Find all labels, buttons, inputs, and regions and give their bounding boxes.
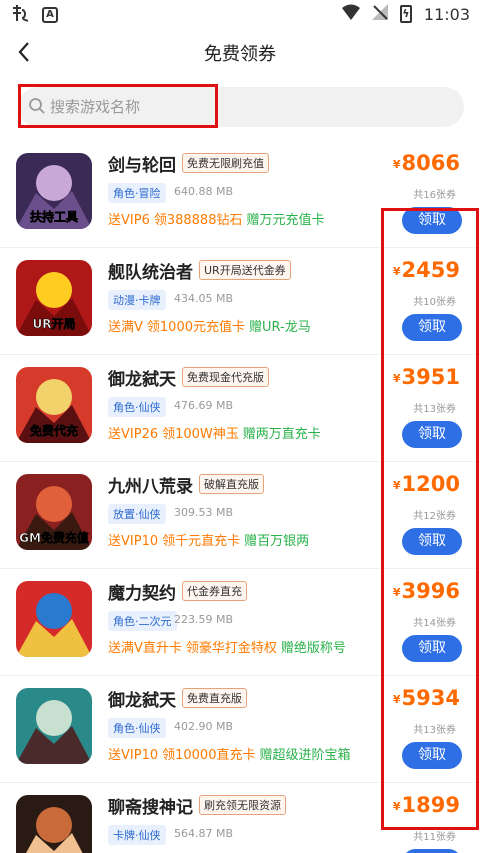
game-benefits: 送VIP10 领10000直充卡 赠超级进阶宝箱: [108, 744, 350, 763]
benefit-reward: 领388888钻石: [153, 213, 243, 228]
benefit-reward: 领10000直充卡: [162, 748, 256, 763]
game-name: 魔力契约: [108, 584, 176, 604]
notification-a-icon: A: [42, 7, 58, 23]
game-name: 剑与轮回: [108, 156, 176, 176]
battery-icon: ϟ: [399, 5, 412, 23]
game-benefits: 送VIP10 领千元直充卡 赠百万银两: [108, 530, 309, 549]
benefit-vip: 送满V直升卡: [108, 641, 182, 656]
nav-bar: 免费领券: [0, 28, 480, 76]
game-name: 聊斋搜神记: [108, 798, 193, 818]
game-size: 402.90 MB: [174, 720, 234, 733]
game-genre: 动漫·卡牌: [108, 290, 166, 310]
game-name: 九州八荒录: [108, 477, 193, 497]
game-size: 309.53 MB: [174, 506, 234, 519]
benefit-reward: 领100W神玉: [162, 427, 239, 442]
benefit-vip: 送VIP10: [108, 534, 159, 549]
game-benefits: 送满V 领1000元充值卡 赠UR-龙马: [108, 316, 311, 335]
benefit-vip: 送VIP6: [108, 213, 150, 228]
coupon-value: ¥8066: [392, 151, 460, 175]
game-icon[interactable]: [16, 581, 92, 657]
game-name: 御龙弑天: [108, 691, 176, 711]
game-icon[interactable]: 免费代充: [16, 367, 92, 443]
game-genre: 角色·二次元: [108, 611, 177, 631]
game-size: 564.87 MB: [174, 827, 234, 840]
game-tag-badge: 免费现金代充版: [182, 367, 269, 387]
svg-text:UR开局: UR开局: [33, 317, 76, 331]
game-name: 舰队统治者: [108, 263, 193, 283]
svg-text:GM免费充值: GM免费充值: [19, 530, 89, 545]
game-icon[interactable]: [16, 795, 92, 853]
game-tag-badge: UR开局送代金券: [199, 260, 291, 280]
benefit-reward: 领1000元充值卡: [146, 320, 245, 335]
game-genre: 卡牌·仙侠: [108, 825, 166, 845]
benefit-vip: 送VIP10: [108, 748, 159, 763]
game-size: 476.69 MB: [174, 399, 234, 412]
game-icon[interactable]: [16, 688, 92, 764]
game-benefits: 送满V直升卡 领豪华打金特权 赠绝版称号: [108, 637, 346, 656]
game-size: 434.05 MB: [174, 292, 234, 305]
status-time: 11:03: [423, 4, 470, 24]
game-genre: 角色·冒险: [108, 183, 166, 203]
benefit-vip: 送满V: [108, 320, 143, 335]
benefit-vip: 送VIP26: [108, 427, 159, 442]
claim-button[interactable]: 领取: [402, 849, 462, 853]
game-benefits: 送VIP6 领388888钻石 赠万元充值卡: [108, 209, 325, 228]
wifi-icon: [341, 4, 360, 24]
game-genre: 放置·仙侠: [108, 504, 166, 524]
game-genre: 角色·仙侠: [108, 397, 166, 417]
game-size: 223.59 MB: [174, 613, 234, 626]
game-icon[interactable]: 扶持工具: [16, 153, 92, 229]
game-size: 640.88 MB: [174, 185, 234, 198]
coupon-count: 共16张券: [413, 190, 456, 201]
benefit-reward: 领豪华打金特权: [185, 641, 277, 656]
game-tag-badge: 刷充领无限资源: [199, 795, 286, 815]
highlight-box-prices: [381, 208, 479, 830]
no-signal-icon: [371, 4, 388, 24]
highlight-box-search: [18, 84, 218, 128]
game-name: 御龙弑天: [108, 370, 176, 390]
benefit-gift: 赠两万直充卡: [242, 427, 321, 442]
game-tag-badge: 代金券直充: [182, 581, 247, 601]
benefit-gift: 赠超级进阶宝箱: [259, 748, 351, 763]
game-genre: 角色·仙侠: [108, 718, 166, 738]
coupon-count: 共11张券: [413, 832, 456, 843]
game-tag-badge: 免费无限刷充值: [182, 153, 269, 173]
svg-text:扶持工具: 扶持工具: [30, 209, 78, 224]
benefit-reward: 领千元直充卡: [162, 534, 241, 549]
svg-text:免费代充: 免费代充: [30, 423, 78, 438]
game-icon[interactable]: GM免费充值: [16, 474, 92, 550]
page-title: 免费领券: [204, 44, 276, 65]
benefit-gift: 赠绝版称号: [280, 641, 346, 656]
status-bar: A ϟ 11:03: [0, 0, 480, 28]
benefit-gift: 赠百万银两: [244, 534, 310, 549]
benefit-gift: 赠万元充值卡: [246, 213, 325, 228]
game-benefits: 送VIP26 领100W神玉 赠两万直充卡: [108, 423, 321, 442]
game-tag-badge: 破解直充版: [199, 474, 264, 494]
game-icon[interactable]: UR开局: [16, 260, 92, 336]
app-notification-icon: [10, 4, 30, 26]
benefit-gift: 赠UR-龙马: [249, 320, 311, 335]
yen-icon: ¥: [392, 158, 401, 171]
game-tag-badge: 免费直充版: [182, 688, 247, 708]
